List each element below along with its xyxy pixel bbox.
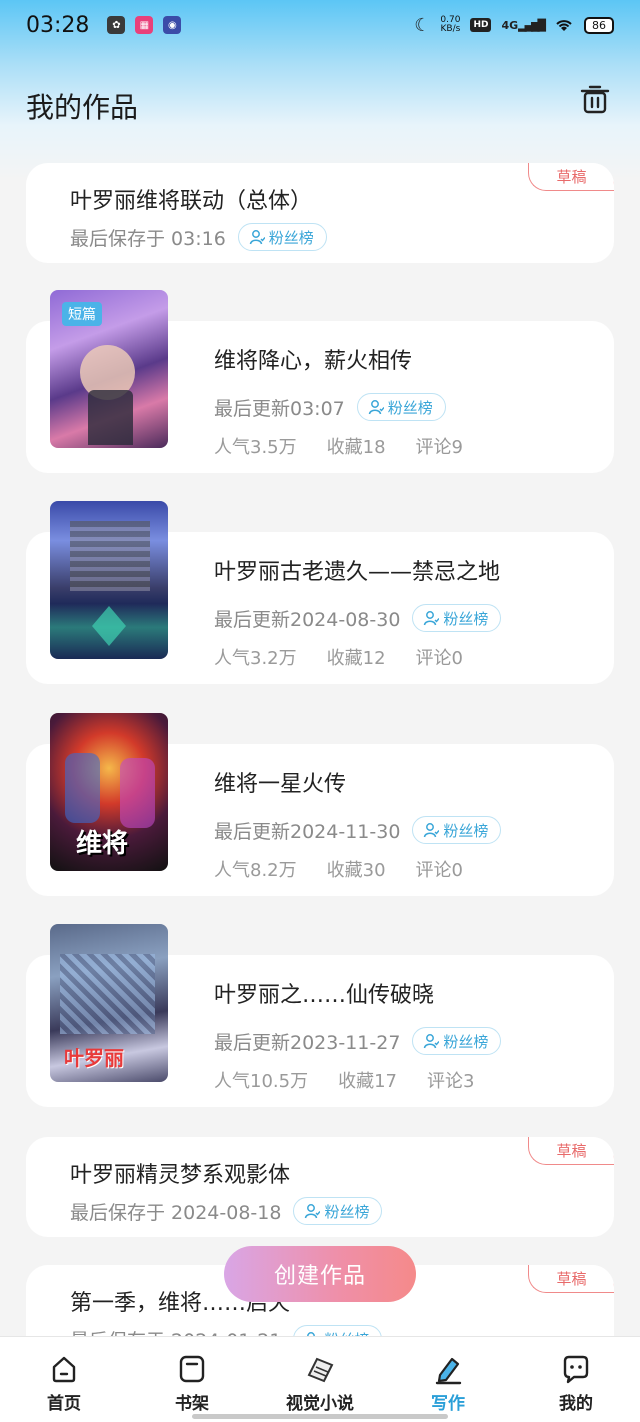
- favorites: 收藏30: [326, 860, 386, 881]
- work-stats: 人气8.2万 收藏30 评论0: [214, 856, 463, 882]
- favorites: 收藏18: [326, 437, 386, 458]
- draft-tag: 草稿: [528, 1265, 614, 1293]
- signal-icon: 4G▂▄▆█: [501, 18, 546, 32]
- work-cover[interactable]: [50, 501, 168, 659]
- fans-icon: [249, 230, 265, 245]
- fans-rank-button[interactable]: 粉丝榜: [356, 393, 446, 421]
- fans-icon: [424, 611, 440, 626]
- home-icon: [52, 1356, 76, 1383]
- app-notification-icon: ✿: [107, 16, 126, 34]
- page-title: 我的作品: [26, 91, 139, 124]
- work-meta: 最后更新2023-11-27 粉丝榜: [214, 1027, 502, 1055]
- status-bar: 03:28 ✿ ▦ ◉ ☾ 0.70 KB/s HD 4G▂▄▆█ 86: [0, 0, 640, 50]
- visual-novel-icon: [307, 1357, 334, 1383]
- fans-icon: [305, 1204, 321, 1219]
- work-meta: 最后更新2024-08-30 粉丝榜: [214, 604, 502, 632]
- fans-rank-button[interactable]: 粉丝榜: [412, 1027, 502, 1055]
- work-card-draft[interactable]: 草稿 叶罗丽精灵梦系观影体 最后保存于 2024-08-18 粉丝榜: [26, 1137, 614, 1237]
- popularity: 人气8.2万: [214, 860, 297, 881]
- fans-icon: [424, 823, 440, 838]
- moon-icon: ☾: [414, 14, 431, 36]
- work-title: 叶罗丽精灵梦系观影体: [70, 1163, 291, 1188]
- hd-badge: HD: [470, 18, 492, 32]
- nav-home[interactable]: 首页: [0, 1337, 128, 1422]
- update-time: 最后更新03:07: [214, 397, 345, 420]
- work-stats: 人气3.2万 收藏12 评论0: [214, 644, 463, 670]
- work-title: 维将降心，薪火相传: [214, 349, 413, 374]
- save-time: 最后保存于 2024-08-18: [70, 1201, 282, 1224]
- work-meta: 最后更新2024-11-30 粉丝榜: [214, 816, 502, 844]
- nav-profile[interactable]: 我的: [512, 1337, 640, 1422]
- wifi-icon: [556, 20, 572, 31]
- fans-rank-button[interactable]: 粉丝榜: [412, 816, 502, 844]
- work-title: 叶罗丽古老遗久——禁忌之地: [214, 560, 501, 585]
- nav-writing[interactable]: 写作: [384, 1337, 512, 1422]
- bookshelf-icon: [179, 1355, 205, 1383]
- fans-rank-button[interactable]: 粉丝榜: [237, 223, 327, 251]
- bilibili-notification-icon: ▦: [135, 16, 154, 34]
- nav-bookshelf[interactable]: 书架: [128, 1337, 256, 1422]
- cover-title: 叶罗丽: [64, 1046, 124, 1070]
- comments: 评论3: [426, 1071, 475, 1092]
- work-meta: 最后保存于 03:16 粉丝榜: [70, 223, 327, 251]
- update-time: 最后更新2024-11-30: [214, 820, 401, 843]
- fans-rank-button[interactable]: 粉丝榜: [293, 1197, 383, 1225]
- profile-icon: [563, 1355, 589, 1384]
- writing-icon: [435, 1357, 462, 1385]
- favorites: 收藏17: [338, 1071, 397, 1092]
- bottom-nav: 首页 书架 视觉小说 写作 我的: [0, 1336, 640, 1422]
- work-title: 叶罗丽维将联动（总体）: [70, 189, 313, 214]
- work-title: 维将一星火传: [214, 772, 347, 797]
- trash-icon[interactable]: [580, 84, 610, 114]
- work-title: 叶罗丽之……仙传破晓: [214, 983, 435, 1008]
- popularity: 人气3.5万: [214, 437, 297, 458]
- work-meta: 最后更新03:07 粉丝榜: [214, 393, 446, 421]
- work-card-draft[interactable]: 草稿 叶罗丽维将联动（总体） 最后保存于 03:16 粉丝榜: [26, 163, 614, 263]
- net-speed: 0.70 KB/s: [440, 15, 461, 34]
- home-indicator[interactable]: [192, 1414, 448, 1419]
- work-cover[interactable]: 叶罗丽: [50, 924, 168, 1082]
- app-notification-icon-2: ◉: [163, 16, 182, 34]
- work-cover[interactable]: 维将: [50, 713, 168, 871]
- battery-indicator: 86: [584, 16, 614, 34]
- nav-visual-novel[interactable]: 视觉小说: [256, 1337, 384, 1422]
- work-stats: 人气3.5万 收藏18 评论9: [214, 433, 463, 459]
- draft-tag: 草稿: [528, 163, 614, 191]
- fans-icon: [424, 1034, 440, 1049]
- work-cover[interactable]: 短篇: [50, 290, 168, 448]
- save-time: 最后保存于 03:16: [70, 227, 226, 250]
- work-meta: 最后保存于 2024-08-18 粉丝榜: [70, 1197, 383, 1225]
- update-time: 最后更新2023-11-27: [214, 1031, 401, 1054]
- update-time: 最后更新2024-08-30: [214, 608, 401, 631]
- status-time: 03:28: [26, 12, 90, 38]
- popularity: 人气10.5万: [214, 1071, 309, 1092]
- create-work-button[interactable]: 创建作品: [224, 1246, 416, 1302]
- popularity: 人气3.2万: [214, 648, 297, 669]
- fans-rank-button[interactable]: 粉丝榜: [412, 604, 502, 632]
- work-stats: 人气10.5万 收藏17 评论3: [214, 1067, 474, 1093]
- cover-title: 维将: [76, 829, 129, 859]
- comments: 评论0: [415, 648, 463, 669]
- fans-icon: [368, 400, 384, 415]
- draft-tag: 草稿: [528, 1137, 614, 1165]
- comments: 评论9: [415, 437, 463, 458]
- short-story-badge: 短篇: [62, 302, 102, 326]
- favorites: 收藏12: [326, 648, 386, 669]
- comments: 评论0: [415, 860, 463, 881]
